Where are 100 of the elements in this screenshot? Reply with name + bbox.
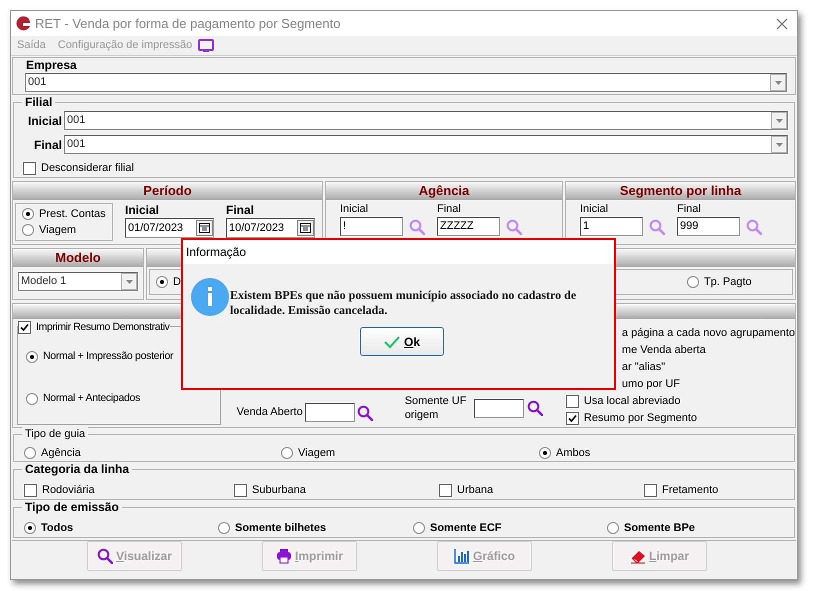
panel-header: Período <box>13 182 322 200</box>
checkbox[interactable] <box>18 321 31 334</box>
app-logo-icon <box>15 16 31 32</box>
search-icon <box>409 218 425 234</box>
date-field[interactable]: 10/07/2023 <box>226 218 315 238</box>
field-label: Final <box>34 136 62 154</box>
checkbox[interactable] <box>566 395 579 408</box>
dropdown[interactable]: 001 <box>25 73 787 92</box>
radio-button[interactable] <box>156 276 168 288</box>
checkbox[interactable] <box>566 412 579 425</box>
radio-label: Viagem <box>298 446 336 461</box>
dropdown[interactable]: Modelo 1 <box>18 272 138 291</box>
field-label: Venda Aberto <box>236 405 303 420</box>
close-icon <box>776 18 788 30</box>
radio-button[interactable] <box>22 224 34 236</box>
radio-label: Somente bilhetes <box>235 521 326 536</box>
field-label: Final <box>437 202 462 217</box>
radio-button[interactable] <box>26 350 38 363</box>
radio-button[interactable] <box>413 522 425 534</box>
radio-button[interactable] <box>218 522 230 534</box>
radio-button[interactable] <box>281 447 293 460</box>
option-label: me Venda aberta <box>622 343 706 358</box>
date-field[interactable]: 01/07/2023 <box>125 218 214 238</box>
radio-button[interactable] <box>686 276 699 288</box>
text-field[interactable]: ZZZZZ <box>437 217 500 236</box>
checkbox-label: Rodoviária <box>42 483 95 498</box>
calendar-icon <box>300 223 311 233</box>
dropdown-arrow-icon <box>774 80 782 84</box>
radio-label: Prest. Contas <box>39 206 106 222</box>
radio-label: D <box>173 274 181 290</box>
panel-header: Segmento por linha <box>566 182 795 200</box>
window-title: RET - Venda por forma de pagamento por Segmento <box>35 14 342 33</box>
group-legend: Tipo de emissão <box>22 500 122 514</box>
option-label: ar "alias" <box>622 360 666 376</box>
checkbox-label: Urbana <box>457 483 494 498</box>
radio-button[interactable] <box>539 447 551 460</box>
field-label: Somente UF origem <box>404 394 468 422</box>
checkbox-label: Suburbana <box>252 483 306 498</box>
checkbox-label: Usa local abreviado <box>584 394 681 410</box>
group-legend: Filial <box>22 95 56 109</box>
text-field[interactable] <box>304 403 355 422</box>
radio-button[interactable] <box>24 522 36 534</box>
radio-label: Agência <box>41 446 81 461</box>
group-legend: Categoria da linha <box>22 462 132 476</box>
radio-label: Somente ECF <box>430 521 502 536</box>
dropdown[interactable]: 001 <box>64 135 788 154</box>
dialog-title: Informação <box>183 240 614 264</box>
calendar-icon <box>199 223 210 233</box>
field-label: Inicial <box>28 112 62 130</box>
text-field[interactable] <box>474 398 524 418</box>
search-icon <box>356 404 373 420</box>
checkmark-icon <box>384 334 400 348</box>
panel-header: Modelo <box>13 249 143 267</box>
checkbox[interactable] <box>644 484 657 497</box>
panel-header: Agência <box>326 182 562 200</box>
text-field[interactable]: 1 <box>580 217 643 236</box>
field-label: Final <box>226 203 256 218</box>
radio-label: Ambos <box>556 446 590 461</box>
search-icon <box>506 218 522 234</box>
radio-label: Normal + Impressão posterior <box>43 349 174 364</box>
bar-chart-icon <box>454 548 470 564</box>
dropdown-arrow-icon <box>776 142 782 146</box>
field-label: Inicial <box>580 202 610 217</box>
radio-label: Todos <box>41 521 74 536</box>
field-label: Final <box>677 202 702 217</box>
field-label: Inicial <box>340 202 370 217</box>
checkbox[interactable] <box>234 484 247 497</box>
radio-button[interactable] <box>607 522 619 534</box>
checkbox[interactable] <box>439 484 452 497</box>
search-icon <box>526 400 543 416</box>
radio-button[interactable] <box>26 392 38 405</box>
dropdown[interactable]: 001 <box>64 111 788 130</box>
search-icon <box>97 548 114 564</box>
calendar-button[interactable] <box>196 220 213 236</box>
field-label: Inicial <box>125 203 160 218</box>
checkbox-label: Desconsiderar filial <box>41 161 134 176</box>
ok-button[interactable]: Ok <box>360 327 444 356</box>
checkbox-label: Resumo por Segmento <box>584 411 698 426</box>
dropdown-arrow-icon <box>776 118 782 122</box>
radio-label: Somente BPe <box>624 521 695 536</box>
checkbox-label: Fretamento <box>662 483 718 498</box>
checkbox[interactable] <box>23 162 36 175</box>
dropdown-arrow-icon <box>126 280 132 284</box>
group-legend: Tipo de guia <box>22 427 88 441</box>
text-field[interactable]: 999 <box>677 217 740 236</box>
radio-button[interactable] <box>22 208 34 220</box>
printer-icon <box>276 548 292 564</box>
option-label: umo por UF <box>622 377 680 392</box>
checkbox-label: Imprimir Resumo Demonstrativ <box>36 320 170 335</box>
text-field[interactable]: ! <box>340 217 403 236</box>
monitor-icon <box>198 38 214 52</box>
radio-label: Tp. Pagto <box>704 274 752 290</box>
search-icon <box>649 218 665 234</box>
checkbox[interactable] <box>24 484 37 497</box>
calendar-button[interactable] <box>297 220 314 236</box>
search-icon <box>746 218 762 234</box>
radio-label: Viagem <box>39 223 76 238</box>
radio-button[interactable] <box>24 447 36 460</box>
dialog-message: Existem BPEs que não possuem município associado no cadastro de localidade. Emissão cancelada. <box>230 288 578 318</box>
info-icon <box>191 278 229 316</box>
